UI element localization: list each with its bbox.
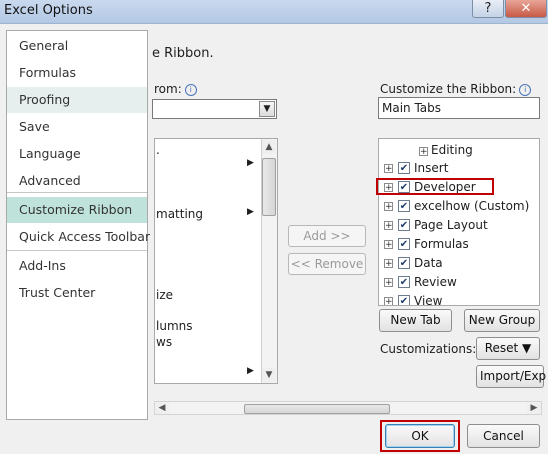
expand-icon[interactable]: + [384,259,393,269]
nav-quick-access-toolbar[interactable]: Quick Access Toolbar [7,224,150,250]
tab-label: View [414,294,443,306]
tab-checkbox[interactable]: ✔ [398,295,410,305]
commands-list[interactable] [154,138,278,384]
tree-group-editing[interactable]: Editing [431,143,473,157]
customize-ribbon-dropdown[interactable]: Main Tabs [378,97,540,119]
info-icon: i [519,83,532,96]
close-button[interactable]: ✕ [505,0,547,18]
new-tab-button[interactable]: New Tab [379,309,452,332]
expand-icon[interactable]: + [384,221,393,231]
nav-trust-center[interactable]: Trust Center [7,280,147,306]
expand-icon[interactable]: + [384,278,393,288]
nav-advanced[interactable]: Advanced [7,168,147,194]
submenu-arrow-icon: ▶ [247,207,254,217]
list-item[interactable]: ws [156,335,172,349]
scroll-left-icon[interactable]: ◀ [155,402,169,414]
nav-language[interactable]: Language [7,141,147,167]
nav-customize-ribbon[interactable]: Customize Ribbon [7,197,147,223]
nav-divider [7,250,147,251]
tab-label: Data [414,256,443,270]
list-item[interactable]: lumns [156,319,193,333]
scroll-up-icon[interactable]: ▲ [262,140,276,154]
nav-divider [7,192,147,193]
scroll-thumb[interactable] [262,158,276,216]
tab-checkbox[interactable]: ✔ [398,276,410,288]
tab-label: excelhow (Custom) [414,199,530,213]
list-item[interactable]: . [156,143,160,157]
developer-highlight-box [376,178,494,195]
submenu-arrow-icon: ▶ [247,366,254,376]
nav-save[interactable]: Save [7,114,147,140]
help-button[interactable]: ? [472,0,504,18]
tab-checkbox[interactable]: ✔ [398,219,410,231]
cancel-button[interactable]: Cancel [467,424,540,448]
list-item[interactable]: ize [156,288,173,302]
import-export-button[interactable]: Import/Exp [476,365,546,388]
tab-checkbox[interactable]: ✔ [398,162,410,174]
tab-label: Review [414,275,457,289]
remove-button[interactable]: << Remove [288,253,366,275]
scroll-thumb[interactable] [244,404,390,414]
expand-icon[interactable]: + [384,164,393,174]
tab-label: Formulas [414,237,469,251]
tab-checkbox[interactable]: ✔ [398,257,410,269]
nav-formulas[interactable]: Formulas [7,60,147,86]
tab-checkbox[interactable]: ✔ [398,200,410,212]
expand-icon[interactable]: + [384,240,393,250]
window-title: Excel Options [4,3,93,18]
tab-label: Insert [414,161,449,175]
scroll-right-icon[interactable]: ▶ [527,402,541,414]
add-button[interactable]: Add >> [288,225,366,247]
expand-icon[interactable]: + [384,202,393,212]
expand-icon[interactable]: + [419,147,428,157]
new-group-button[interactable]: New Group [464,309,540,332]
customizations-label: Customizations: [380,342,477,356]
list-item[interactable]: matting [156,207,203,221]
nav-general[interactable]: General [7,33,147,59]
scroll-down-icon[interactable]: ▼ [262,368,276,382]
customize-ribbon-label: Customize the Ribbon: i [380,82,532,96]
choose-commands-label: rom: i [154,82,197,96]
expand-icon[interactable]: + [384,297,393,305]
info-icon: i [184,83,197,96]
tab-checkbox[interactable]: ✔ [398,238,410,250]
reset-button[interactable]: Reset ▼ [476,337,540,360]
panel-heading: e Ribbon. [152,46,214,61]
dropdown-arrow-icon[interactable]: ▼ [259,101,275,117]
nav-proofing[interactable]: Proofing [7,87,147,113]
nav-add-ins[interactable]: Add-Ins [7,253,147,279]
ok-button[interactable]: OK [385,424,455,448]
tab-label: Page Layout [414,218,488,232]
submenu-arrow-icon: ▶ [247,158,254,168]
ribbon-tabs-tree[interactable]: + Editing + ✔ Insert + ✔ Developer + ✔ e… [378,138,540,306]
